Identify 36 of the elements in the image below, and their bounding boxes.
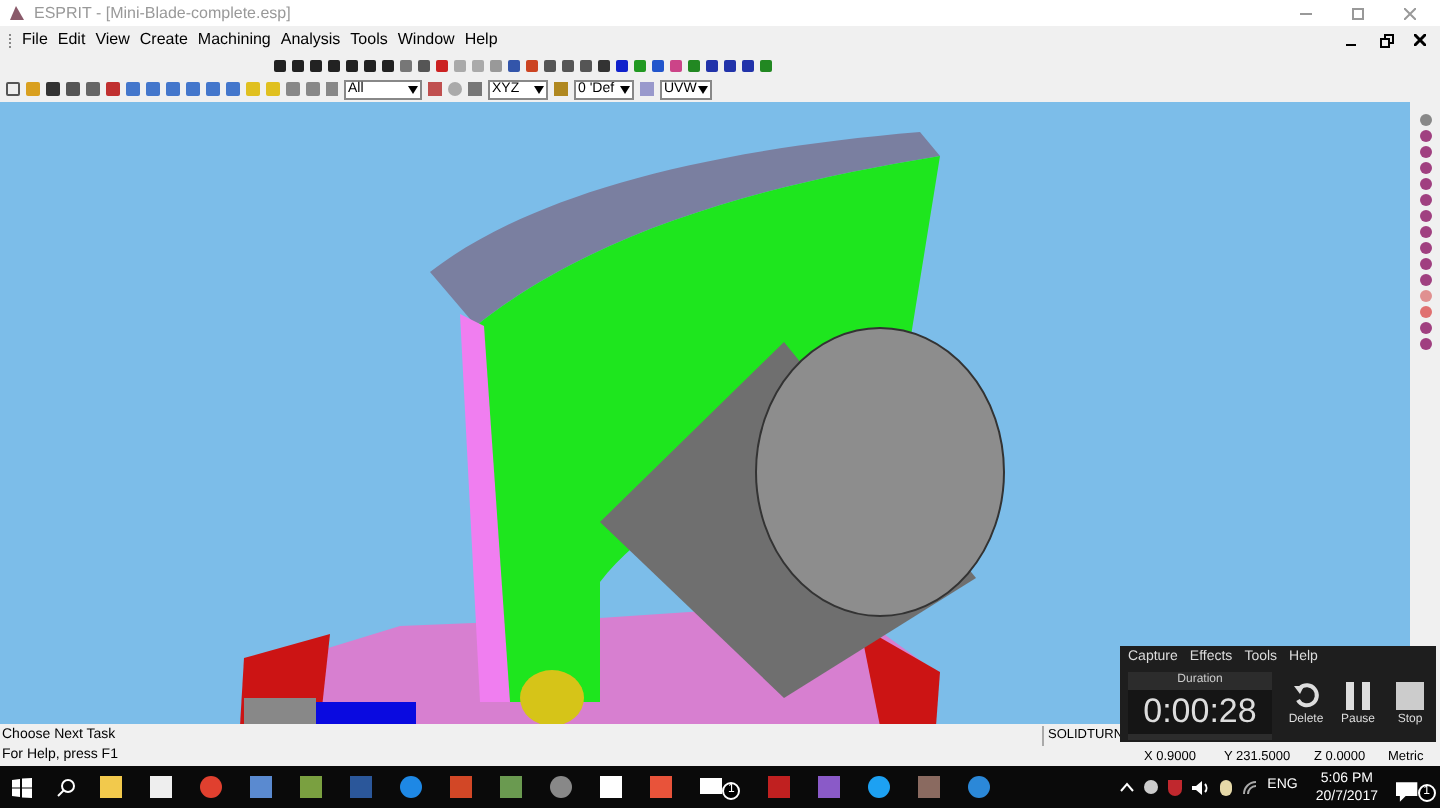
notification-icon[interactable] xyxy=(1396,781,1418,801)
menu-item[interactable]: Analysis xyxy=(280,28,341,52)
dropdown-arrow-icon xyxy=(620,85,630,93)
wifi-icon[interactable] xyxy=(1241,779,1258,795)
menu-item[interactable]: Edit xyxy=(57,28,86,52)
undo-icon xyxy=(1293,682,1319,710)
app-icon[interactable] xyxy=(918,776,941,798)
shield-icon[interactable] xyxy=(1167,779,1182,795)
restore-icon xyxy=(1379,33,1393,47)
dropdown-arrow-icon xyxy=(534,85,544,93)
dropdown-arrow-icon xyxy=(698,85,708,93)
app-icon[interactable] xyxy=(768,776,791,798)
stop-icon xyxy=(1396,682,1424,710)
speaker-icon[interactable] xyxy=(1191,779,1210,795)
menu-item[interactable]: Window xyxy=(397,28,455,52)
dropdown-arrow-icon xyxy=(408,85,418,93)
menu-item[interactable]: Tools xyxy=(350,28,388,52)
maximize-icon xyxy=(1352,7,1364,19)
menu-item[interactable]: Machining xyxy=(197,28,271,52)
pause-icon xyxy=(1346,682,1370,710)
search-icon[interactable] xyxy=(56,777,76,797)
close-icon xyxy=(1414,34,1426,46)
tray-app-icon[interactable] xyxy=(1143,780,1158,794)
menu-item[interactable]: File xyxy=(22,28,48,52)
app-icon xyxy=(8,4,26,22)
close-icon xyxy=(1404,7,1416,19)
tray-expand-icon[interactable] xyxy=(1119,782,1134,792)
mdi-close-button[interactable] xyxy=(1408,30,1432,50)
minimize-icon xyxy=(1300,7,1312,19)
mdi-restore-button[interactable] xyxy=(1374,30,1398,50)
menu-item[interactable]: View xyxy=(95,28,130,52)
window-title: ESPRIT - [Mini-Blade-complete.esp] xyxy=(34,1,291,25)
menu-item[interactable]: Create xyxy=(139,28,188,52)
menu-item[interactable]: Help xyxy=(464,28,498,52)
duration-timer: 0:00:28 xyxy=(1128,690,1272,734)
windows-start-icon[interactable] xyxy=(12,777,32,797)
